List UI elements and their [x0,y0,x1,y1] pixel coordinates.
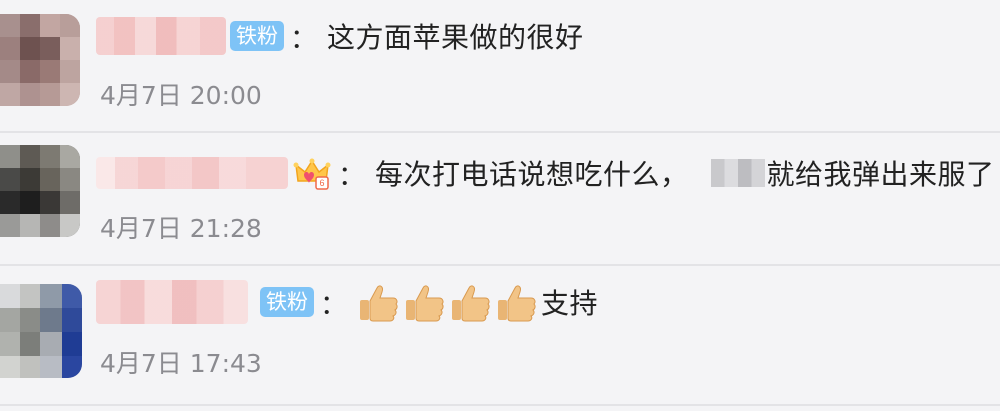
thumbs-up-icon [449,280,493,324]
comment-time: 4月7日 17:43 [100,349,262,378]
comment-text-part2: 就给我弹出来服了 [766,158,995,191]
thumbs-up-icon [403,280,447,324]
username-blurred[interactable] [96,280,248,324]
comment-list: 铁粉 ： 这方面苹果做的很好 4月7日 20:00 6 ： 每次打电话说想吃什么… [0,0,1000,411]
comment-text: 支持 [541,287,599,320]
avatar[interactable] [0,284,82,378]
thumbs-up-icon [495,280,539,324]
username-blurred[interactable] [96,17,226,55]
username-blurred[interactable] [96,157,288,189]
comment-text: 这方面苹果做的很好 [327,21,584,54]
separator: ： [320,289,347,321]
crown-icon: 6 [292,153,332,193]
comment-time: 4月7日 20:00 [100,81,262,110]
fan-badge: 铁粉 [230,21,284,51]
separator: ： [290,23,317,55]
comment-item: 6 ： 每次打电话说想吃什么， 就给我弹出来服了 4月7日 21:28 [0,133,1000,266]
separator: ： [338,160,365,192]
avatar[interactable] [0,145,80,237]
comment-text-part1: 每次打电话说想吃什么， [375,158,689,191]
comment-header: 6 ： 每次打电话说想吃什么， 就给我弹出来服了 [96,153,995,193]
masked-text-blur [710,159,765,187]
comment-item: 铁粉 ： 支持 4月7日 17:43 [0,266,1000,406]
comment-time: 4月7日 21:28 [100,214,262,243]
comment-header: 铁粉 ： 这方面苹果做的很好 [96,16,584,56]
fan-badge: 铁粉 [260,287,314,317]
comment-item: 铁粉 ： 这方面苹果做的很好 4月7日 20:00 [0,0,1000,133]
svg-text:6: 6 [319,178,324,188]
comment-header: 铁粉 ： 支持 [96,280,598,324]
thumbs-up-icon [357,280,401,324]
avatar[interactable] [0,14,80,106]
